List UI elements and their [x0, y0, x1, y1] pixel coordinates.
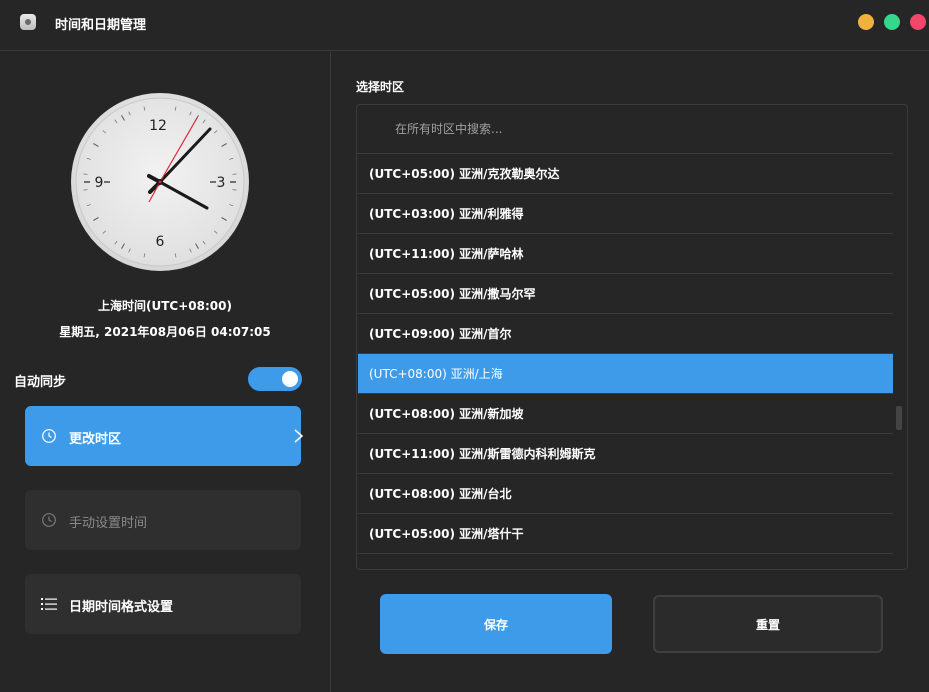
- title-bar: 时间和日期管理: [0, 0, 929, 51]
- list-icon: [41, 598, 57, 610]
- clock-icon: [42, 429, 56, 443]
- auto-sync-label: 自动同步: [14, 375, 67, 390]
- maximize-button[interactable]: [884, 14, 900, 30]
- timezone-row[interactable]: (UTC+11:00) 亚洲/斯雷德内科利姆斯克: [358, 434, 893, 474]
- clock-face: 12 3 6 9: [71, 93, 249, 271]
- timezone-section-title: 选择时区: [356, 80, 405, 94]
- chevron-right-icon: [294, 429, 304, 443]
- timezone-search: [357, 105, 893, 154]
- timezone-search-input[interactable]: [395, 119, 795, 139]
- datetime-format-button[interactable]: 日期时间格式设置: [25, 574, 301, 634]
- timezone-row[interactable]: (UTC+08:00) 亚洲/新加坡: [358, 394, 893, 434]
- numeral-6: 6: [156, 234, 165, 250]
- close-button[interactable]: [910, 14, 926, 30]
- numeral-3: 3: [217, 175, 226, 191]
- window-title: 时间和日期管理: [55, 18, 147, 33]
- numeral-9: 9: [95, 175, 104, 191]
- toggle-knob: [282, 371, 298, 387]
- change-timezone-button[interactable]: 更改时区: [25, 406, 304, 466]
- timezone-row[interactable]: (UTC+05:00) 亚洲/塔什干: [358, 514, 893, 554]
- datetime-format-label: 日期时间格式设置: [69, 600, 174, 615]
- timezone-list: (UTC+05:00) 亚洲/克孜勒奥尔达 (UTC+03:00) 亚洲/利雅得(…: [358, 154, 893, 569]
- numeral-12: 12: [149, 118, 167, 134]
- current-datetime: 星期五, 2021年08月06日 04:07:05: [59, 325, 271, 339]
- timezone-row[interactable]: (UTC+08:00) 亚洲/台北: [358, 474, 893, 514]
- clock-timezone-label: 上海时间(UTC+08:00): [98, 299, 232, 313]
- panel-divider: [330, 52, 331, 692]
- reset-button[interactable]: 重置: [653, 595, 883, 653]
- manual-time-button[interactable]: 手动设置时间: [25, 490, 301, 550]
- manual-time-label: 手动设置时间: [69, 516, 148, 531]
- change-timezone-label: 更改时区: [69, 432, 122, 447]
- save-button[interactable]: 保存: [380, 594, 612, 654]
- timezone-row[interactable]: (UTC+08:00) 亚洲/上海: [358, 354, 893, 394]
- list-scrollbar[interactable]: [896, 406, 902, 430]
- timezone-list-panel: (UTC+05:00) 亚洲/克孜勒奥尔达(UTC+03:00) 亚洲/利雅得(…: [356, 104, 908, 570]
- app-icon: [20, 14, 36, 30]
- timezone-row[interactable]: (UTC+11:00) 亚洲/萨哈林: [358, 234, 893, 274]
- clock-icon: [42, 513, 56, 527]
- analog-clock: 12 3 6 9: [70, 92, 250, 272]
- timezone-row[interactable]: (UTC+09:00) 亚洲/首尔: [358, 314, 893, 354]
- timezone-row[interactable]: (UTC+03:00) 亚洲/利雅得: [358, 194, 893, 234]
- minimize-button[interactable]: [858, 14, 874, 30]
- auto-sync-toggle[interactable]: [248, 367, 302, 391]
- timezone-row[interactable]: (UTC+05:00) 亚洲/撒马尔罕: [358, 274, 893, 314]
- timezone-row[interactable]: (UTC+05:00) 亚洲/克孜勒奥尔达: [358, 154, 893, 194]
- timezone-row-partial[interactable]: [358, 554, 893, 569]
